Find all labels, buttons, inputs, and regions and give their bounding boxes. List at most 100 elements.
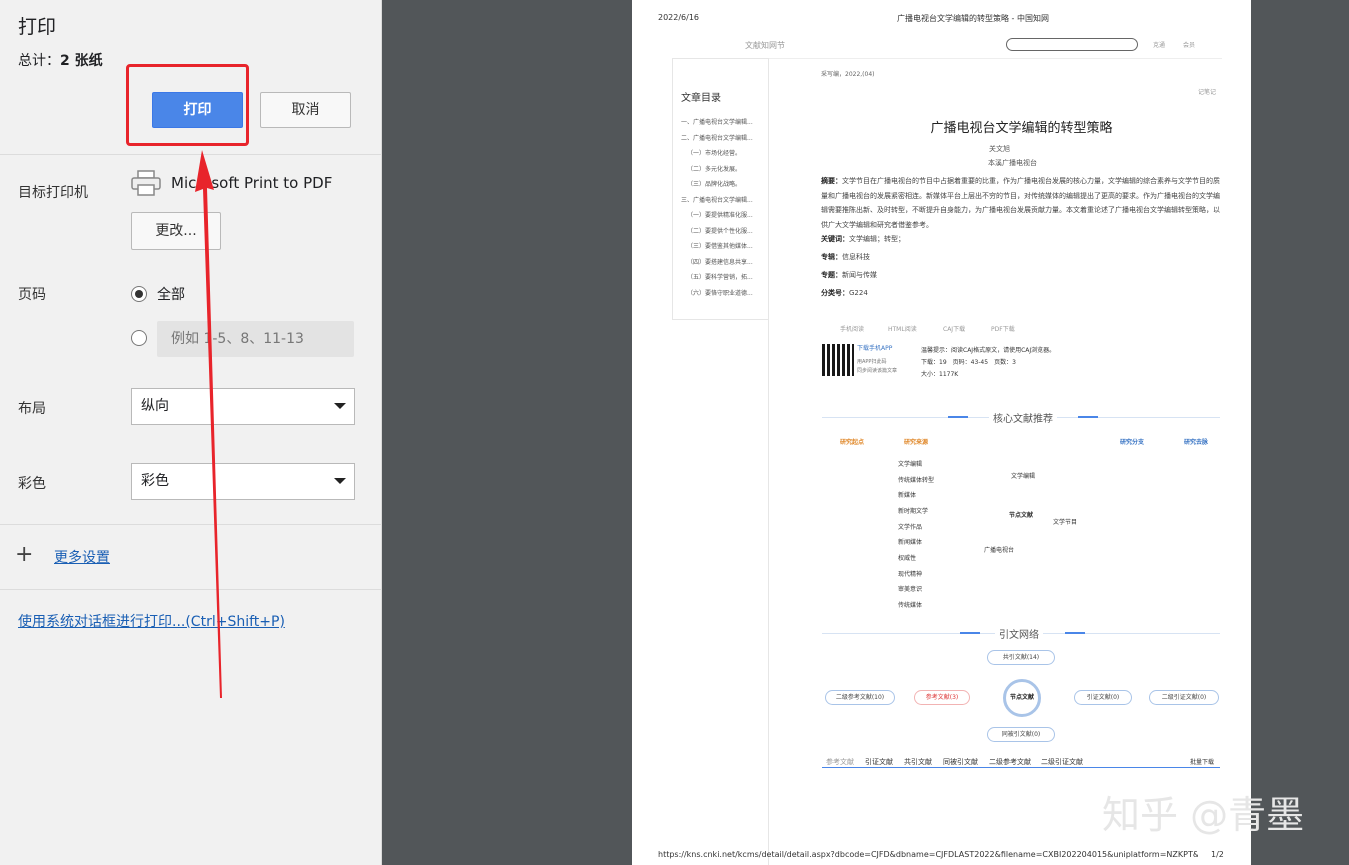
system-dialog-link[interactable]: 使用系统对话框进行打印...(Ctrl+Shift+P) bbox=[18, 611, 285, 631]
network-label: 研究分支 bbox=[1120, 439, 1145, 446]
toc-item: （六）要恪守职业道德... bbox=[687, 289, 753, 297]
divider bbox=[1078, 416, 1098, 418]
download-tab: CAJ下载 bbox=[943, 326, 966, 333]
bottom-tab: 共引文献 bbox=[904, 758, 932, 766]
divider bbox=[822, 767, 1220, 768]
citation-node: 参考文献(3) bbox=[914, 690, 970, 705]
reading-tip: 温馨提示：阅读CAJ格式原文，请使用CAJ浏览器。 bbox=[921, 347, 1056, 354]
footer-page-count: 1/2 bbox=[1211, 850, 1224, 859]
toc-item: （三）品牌化战略。 bbox=[687, 181, 742, 188]
subject-label: 专辑： bbox=[821, 253, 842, 261]
download-tab: HTML阅读 bbox=[888, 326, 917, 333]
plus-icon[interactable]: + bbox=[15, 542, 33, 568]
layout-select[interactable]: 纵向 bbox=[131, 388, 355, 425]
network-word: 权威性 bbox=[898, 555, 917, 562]
annotation-highlight-box bbox=[126, 64, 249, 146]
chevron-down-icon bbox=[334, 478, 346, 484]
affiliation: 本溪广播电视台 bbox=[988, 159, 1037, 167]
class-label: 分类号： bbox=[821, 289, 849, 297]
network-word: 传统媒体 bbox=[898, 602, 923, 609]
app-download: 下载手机APP bbox=[857, 345, 893, 352]
divider bbox=[768, 58, 769, 865]
toc-item: （一）要提供精准化服... bbox=[687, 212, 753, 219]
toc-item: （四）要搭建信息共享... bbox=[687, 258, 753, 266]
color-select[interactable]: 彩色 bbox=[131, 463, 355, 500]
bottom-tab: 引证文献 bbox=[865, 758, 893, 766]
cancel-button[interactable]: 取消 bbox=[260, 92, 351, 128]
keywords-row: 关键词：文学编辑；转型； bbox=[821, 234, 905, 244]
keywords-value: 文学编辑；转型； bbox=[849, 235, 905, 243]
printer-icon bbox=[131, 170, 161, 196]
network-label: 研究来源 bbox=[904, 439, 929, 446]
toc-item: （一）市场化经营。 bbox=[687, 150, 742, 157]
citation-center-node: 节点文献 bbox=[1003, 679, 1041, 717]
bottom-tab: 同被引文献 bbox=[943, 758, 978, 766]
destination-label: 目标打印机 bbox=[18, 185, 88, 201]
nav-link: 会员 bbox=[1183, 42, 1196, 49]
author: 关文旭 bbox=[989, 145, 1010, 153]
toc-item: （二）多元化发展。 bbox=[687, 165, 742, 173]
bottom-tab: 二级参考文献 bbox=[989, 758, 1031, 766]
divider bbox=[960, 632, 980, 634]
class-row: 分类号：G224 bbox=[821, 288, 868, 298]
subject-row: 专辑：信息科技 bbox=[821, 252, 870, 262]
print-dialog-title: 打印 bbox=[18, 16, 57, 38]
bottom-tab: 二级引证文献 bbox=[1041, 758, 1083, 766]
sheet-total: 总计：2 张纸 bbox=[18, 50, 103, 70]
citation-node: 二级引证文献(0) bbox=[1149, 690, 1219, 705]
color-label: 彩色 bbox=[18, 476, 46, 492]
toc-list: 一、广播电视台文学编辑... 二、广播电视台文学编辑... （一）市场化经营。 … bbox=[681, 117, 753, 303]
network-word: 审美意识 bbox=[898, 586, 923, 593]
toc-item: （三）要借鉴其他媒体... bbox=[687, 243, 753, 250]
app-sync: 同步阅读该篇文章 bbox=[857, 368, 898, 374]
total-label: 总计： bbox=[18, 53, 60, 69]
search-input bbox=[1006, 38, 1138, 51]
watermark: 知乎 @青墨 bbox=[1102, 793, 1305, 837]
network-word: 新媒体 bbox=[898, 492, 917, 499]
bottom-tab: 参考文献 bbox=[826, 758, 854, 766]
citation-node: 二级参考文献(10) bbox=[825, 690, 895, 705]
header-doc-title: 广播电视台文学编辑的转型策略 - 中国知网 bbox=[897, 14, 1049, 23]
network-word: 文学作品 bbox=[898, 524, 923, 531]
network-word: 文学编辑 bbox=[898, 461, 923, 468]
pages-all-radio[interactable] bbox=[131, 286, 147, 302]
more-settings-link[interactable]: 更多设置 bbox=[54, 547, 110, 567]
chevron-down-icon bbox=[334, 403, 346, 409]
pages-custom-radio[interactable] bbox=[131, 330, 147, 346]
app-scan: 用APP扫此码 bbox=[857, 359, 887, 365]
note-link: 记笔记 bbox=[1198, 89, 1217, 96]
journal-info: 采写编，2022,(04) bbox=[821, 71, 875, 78]
print-preview-page: 2022/6/16 广播电视台文学编辑的转型策略 - 中国知网 文献知网节 克通… bbox=[632, 0, 1251, 865]
abstract-label: 摘要： bbox=[821, 177, 842, 185]
toc-item: 三、广播电视台文学编辑... bbox=[681, 196, 753, 204]
download-tab: 手机阅读 bbox=[840, 326, 865, 333]
layout-value: 纵向 bbox=[141, 398, 169, 414]
toc-title: 文章目录 bbox=[681, 93, 721, 104]
total-value: 2 张纸 bbox=[60, 53, 103, 69]
abstract: 摘要：文学节目在广播电视台的节目中占据着重要的比重，作为广播电视台发展的核心力量… bbox=[821, 174, 1221, 232]
layout-label: 布局 bbox=[18, 401, 46, 417]
citation-network-title: 引文网络 bbox=[995, 626, 1043, 641]
network-center-node: 文学编辑 bbox=[1011, 473, 1036, 480]
keywords-label: 关键词： bbox=[821, 235, 849, 243]
network-word: 新闻媒体 bbox=[898, 539, 923, 546]
download-stats: 下载：19 页码：43-45 页数：3 bbox=[921, 359, 1016, 366]
header-date: 2022/6/16 bbox=[658, 13, 700, 22]
network-label: 研究起点 bbox=[840, 439, 865, 446]
core-recommend-title: 核心文献推荐 bbox=[989, 410, 1057, 425]
abstract-text: 文学节目在广播电视台的节目中占据着重要的比重，作为广播电视台发展的核心力量，文学… bbox=[821, 177, 1220, 229]
divider bbox=[948, 416, 968, 418]
batch-download-link: 批量下载 bbox=[1190, 759, 1215, 766]
qr-code-icon bbox=[822, 344, 854, 376]
footer-url: https://kns.cnki.net/kcms/detail/detail.… bbox=[658, 850, 1198, 859]
network-label: 研究去脉 bbox=[1184, 439, 1209, 446]
network-word: 现代精神 bbox=[898, 571, 923, 578]
class-value: G224 bbox=[849, 289, 868, 297]
citation-node: 引证文献(0) bbox=[1074, 690, 1132, 705]
toc-item: （二）要提供个性化服... bbox=[687, 227, 753, 235]
topic-label: 专题： bbox=[821, 271, 842, 279]
toc-item: （五）要科学营销，拓... bbox=[687, 274, 753, 281]
citation-node: 同被引文献(0) bbox=[987, 727, 1055, 742]
network-center-node: 广播电视台 bbox=[984, 547, 1015, 554]
table-of-contents: 文章目录 一、广播电视台文学编辑... 二、广播电视台文学编辑... （一）市场… bbox=[672, 58, 769, 320]
